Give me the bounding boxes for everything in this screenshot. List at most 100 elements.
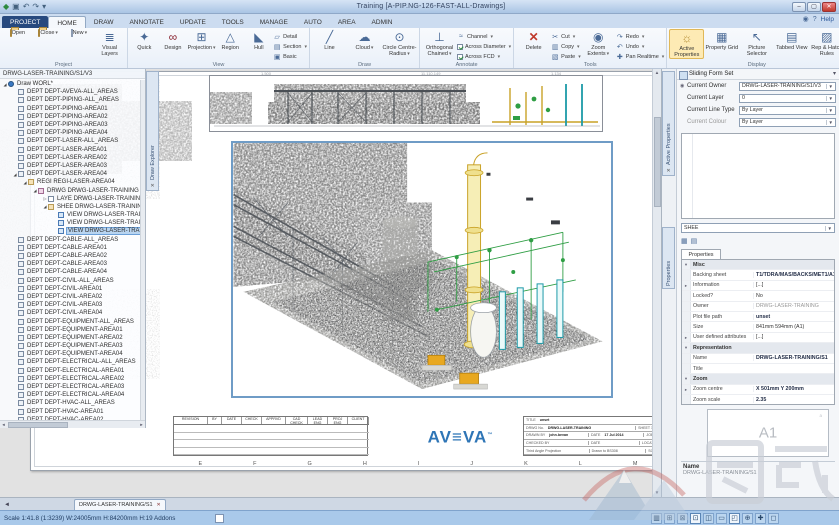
- undo-button[interactable]: ↶ Undo: [616, 42, 665, 51]
- chevron-down-icon[interactable]: ▼: [825, 119, 833, 125]
- tree-item[interactable]: DEPT DEPT-HVAC-AREA01: [0, 408, 140, 416]
- hull-button[interactable]: ◣ Hull: [245, 29, 274, 51]
- chevron-down-icon[interactable]: ▼: [825, 83, 833, 89]
- across-diameter-button[interactable]: Across Diameter: [457, 42, 511, 51]
- qat-dropdown-icon[interactable]: ▾: [42, 2, 46, 11]
- tree-item[interactable]: DEPT DEPT-PIPING-ALL_AREAS: [0, 96, 140, 104]
- ribbon-tab[interactable]: DRAW: [86, 16, 122, 28]
- tree-item[interactable]: DEPT DEPT-PIPING-AREA02: [0, 113, 140, 121]
- property-value[interactable]: 2.35: [753, 396, 834, 403]
- form-field-dropdown[interactable]: By Layer ▼: [739, 117, 836, 127]
- tree-item[interactable]: DEPT DEPT-CABLE-ALL_AREAS: [0, 236, 140, 244]
- paste-button[interactable]: ▧ Paste: [551, 52, 581, 61]
- property-row[interactable]: Size 841mm 594mm (A1): [682, 322, 834, 333]
- tree-item[interactable]: ◢ Draw WORL*: [0, 80, 140, 88]
- category-expander-icon[interactable]: [682, 363, 691, 374]
- drafting-toggle-icon[interactable]: ◻: [768, 512, 779, 524]
- ribbon-tab[interactable]: MANAGE: [252, 16, 296, 28]
- rep-hatch-rules-button[interactable]: ▨Rep & Hatch Rules: [809, 29, 839, 57]
- category-expander-icon[interactable]: ▸: [682, 384, 691, 395]
- tree-item[interactable]: DEPT DEPT-PIPING-AREA01: [0, 105, 140, 113]
- minimize-button[interactable]: –: [792, 1, 806, 12]
- detail-button[interactable]: ▱ Detail: [273, 32, 307, 41]
- tree-item[interactable]: DEPT DEPT-CIVIL-ALL_AREAS: [0, 277, 140, 285]
- picture-selector-button[interactable]: ↖ Picture Selector: [739, 29, 774, 57]
- across-fcd-button[interactable]: Across FCD: [457, 52, 511, 61]
- close-icon[interactable]: ✕: [666, 167, 670, 175]
- across-diameter-checkbox[interactable]: [457, 43, 463, 50]
- category-expander-icon[interactable]: ▾: [682, 374, 691, 384]
- tree-item[interactable]: ◢ SHEE DRWG-LASER-TRAINING/S1: [0, 203, 140, 211]
- tree-item[interactable]: DEPT DEPT-EQUIPMENT-ALL_AREAS: [0, 317, 140, 325]
- active-properties-button[interactable]: ☼ Active Properties: [669, 29, 705, 59]
- visual-layers-button[interactable]: ≣ Visual Layers: [94, 29, 125, 57]
- redo-button[interactable]: ↷ Redo: [616, 32, 665, 41]
- tab-scroll-left-icon[interactable]: ◄: [0, 502, 14, 510]
- tree-item[interactable]: DEPT DEPT-CIVIL-AREA01: [0, 285, 140, 293]
- tree-item[interactable]: DEPT DEPT-ELECTRICAL-AREA04: [0, 391, 140, 399]
- projection-button[interactable]: ⊞ Projection: [187, 29, 216, 51]
- copy-button[interactable]: ▥ Copy: [551, 42, 581, 51]
- tree-item[interactable]: DEPT DEPT-CIVIL-AREA03: [0, 301, 140, 309]
- region-button[interactable]: △ Region: [216, 29, 245, 51]
- property-row[interactable]: Plot file path unset: [682, 311, 834, 323]
- property-value[interactable]: X 501mm Y 200mm: [753, 386, 834, 393]
- sheet-tab[interactable]: DRWG-LASER-TRAINING/S1 ✕: [74, 499, 166, 510]
- tree-item[interactable]: DEPT DEPT-LASER-AREA01: [0, 146, 140, 154]
- tree-item[interactable]: DEPT DEPT-CABLE-AREA03: [0, 260, 140, 268]
- scroll-down-icon[interactable]: ▼: [655, 489, 659, 497]
- chevron-down-icon[interactable]: ▼: [825, 95, 833, 101]
- property-row[interactable]: ▾ Representation: [682, 343, 834, 354]
- property-value[interactable]: unset: [753, 313, 834, 320]
- tree-item[interactable]: DEPT DEPT-LASER-ALL_AREAS: [0, 137, 140, 145]
- tree-item[interactable]: DEPT DEPT-CIVIL-AREA02: [0, 293, 140, 301]
- tree-item[interactable]: VIEW DRWG-LASER-TRAINING/S1/V3: [0, 227, 140, 236]
- drafting-toggle-icon[interactable]: ⊕: [742, 512, 753, 524]
- drafting-toggle-icon[interactable]: ⊠: [677, 512, 688, 524]
- basic-button[interactable]: ▣ Basic: [273, 52, 307, 61]
- tree-current-element[interactable]: DRWG-LASER-TRAINING/S1/V3: [0, 69, 145, 79]
- ribbon-tab[interactable]: TOOLS: [214, 16, 252, 28]
- form-field-dropdown[interactable]: 0 ▼: [739, 93, 836, 103]
- category-expander-icon[interactable]: ▾: [682, 343, 691, 353]
- drafting-toggle-icon[interactable]: ▦: [651, 512, 662, 524]
- ribbon-tab[interactable]: ANNOTATE: [121, 16, 171, 28]
- chevron-down-icon[interactable]: ▼: [825, 107, 833, 113]
- drafting-toggle-icon[interactable]: ▭: [716, 512, 727, 524]
- tree-item[interactable]: DEPT DEPT-ELECTRICAL-AREA03: [0, 383, 140, 391]
- scroll-left-icon[interactable]: ◄: [0, 422, 7, 427]
- chevron-down-icon[interactable]: ▼: [824, 225, 832, 231]
- tree-item[interactable]: DEPT DEPT-ELECTRICAL-AREA01: [0, 367, 140, 375]
- orthogonal-chained-button[interactable]: ⊥ Orthogonal Chained: [422, 29, 457, 57]
- property-row[interactable]: ▸ Zoom centre X 501mm Y 200mm: [682, 384, 834, 396]
- tree-vertical-scrollbar[interactable]: [140, 80, 145, 420]
- tree-item[interactable]: DEPT DEPT-ELECTRICAL-AREA02: [0, 375, 140, 383]
- tree-item[interactable]: DEPT DEPT-LASER-AREA02: [0, 154, 140, 162]
- property-grid-button[interactable]: ▦ Property Grid: [704, 29, 739, 51]
- form-field-dropdown[interactable]: DRWG-LASER-TRAINING/S1/V3 ▼: [739, 81, 836, 91]
- tree-item[interactable]: VIEW DRWG-LASER-TRAINING/S1/V1: [0, 211, 140, 219]
- property-row[interactable]: Backing sheet T1/TDRA/MAS/BACKS/MET1/A1: [682, 270, 834, 281]
- tree-item[interactable]: DEPT DEPT-CABLE-AREA04: [0, 268, 140, 276]
- line-button[interactable]: ╱ Line: [312, 29, 347, 51]
- category-expander-icon[interactable]: ▸: [682, 332, 691, 343]
- undo-icon[interactable]: ↶: [23, 2, 30, 11]
- tree-item[interactable]: ◢ DRWG DRWG-LASER-TRAINING: [0, 186, 140, 194]
- save-icon[interactable]: ▣: [12, 2, 20, 11]
- tree-item[interactable]: DEPT DEPT-EQUIPMENT-AREA03: [0, 342, 140, 350]
- property-row[interactable]: ▾ Zoom: [682, 374, 834, 385]
- property-row[interactable]: ▸ User defined attributes [...]: [682, 332, 834, 344]
- maximize-button[interactable]: ▢: [807, 1, 821, 12]
- tree-item[interactable]: DEPT DEPT-HVAC-ALL_AREAS: [0, 399, 140, 407]
- ribbon-tab[interactable]: AUTO: [296, 16, 330, 28]
- tree-item[interactable]: DEPT DEPT-CABLE-AREA02: [0, 252, 140, 260]
- element-type-dropdown[interactable]: SHEE ▼: [681, 223, 835, 233]
- tree-item[interactable]: DEPT DEPT-CABLE-AREA01: [0, 244, 140, 252]
- tree-item[interactable]: DEPT DEPT-LASER-AREA03: [0, 162, 140, 170]
- scrollbar-thumb[interactable]: [8, 421, 68, 428]
- open-button[interactable]: Open: [2, 29, 33, 37]
- category-expander-icon[interactable]: [682, 353, 691, 363]
- cut-button[interactable]: ✂ Cut: [551, 32, 581, 41]
- property-row[interactable]: Zoom scale 2.35: [682, 395, 834, 404]
- category-expander-icon[interactable]: [682, 311, 691, 322]
